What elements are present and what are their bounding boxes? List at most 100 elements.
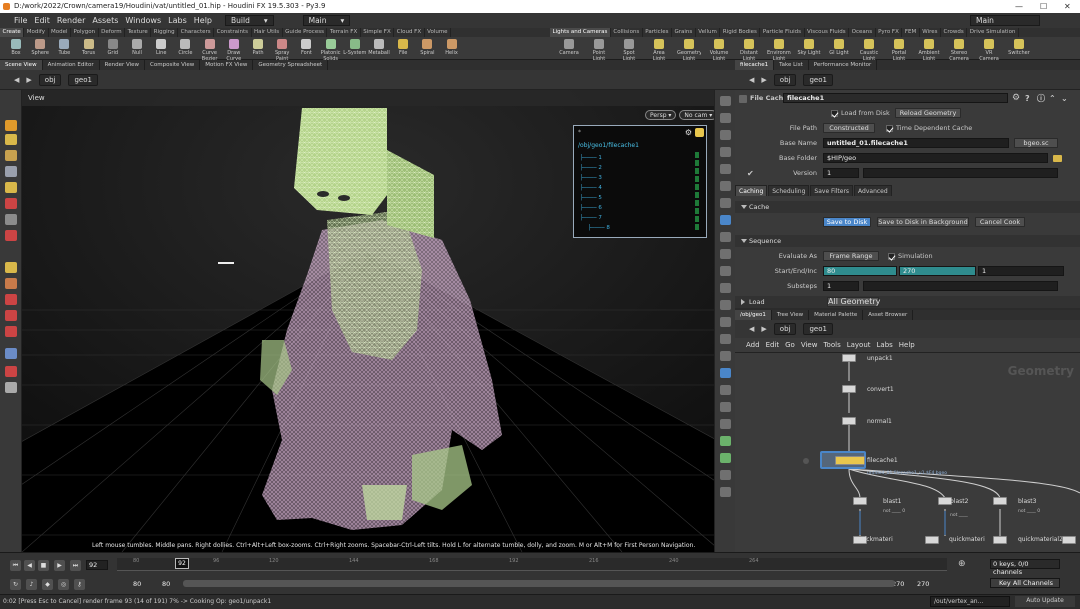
blue-tool-icon[interactable] — [5, 348, 17, 359]
shelf-tool-right-7[interactable]: Environment Light — [767, 38, 791, 60]
param-tab-2[interactable]: Performance Monitor — [809, 60, 878, 70]
node-quickmaterial2[interactable] — [925, 536, 939, 544]
node-filecache[interactable] — [835, 456, 865, 465]
output-path[interactable]: /out/vertex_an... — [930, 596, 1010, 607]
substeps-field[interactable]: 1 — [823, 281, 859, 291]
network-menu-3[interactable]: View — [801, 341, 818, 349]
shelf-tool-11[interactable]: Spray Paint — [270, 38, 294, 60]
scope-icon[interactable]: ⊕ — [958, 559, 966, 569]
shelf-tool-right-3[interactable]: Area Light — [647, 38, 671, 60]
shelf-tool-10[interactable]: Path — [246, 38, 270, 60]
last-frame-icon[interactable]: ⏭ — [70, 560, 81, 571]
minimize-button[interactable]: — — [1015, 0, 1023, 13]
save-to-disk-background-button[interactable]: Save to Disk in Background — [877, 217, 969, 227]
base-folder-field[interactable]: $HIP/geo — [823, 153, 1048, 163]
reload-geometry-button[interactable]: Reload Geometry — [895, 108, 961, 118]
load-from-disk-checkbox[interactable] — [831, 110, 838, 117]
viewport-option-icon[interactable] — [720, 249, 731, 259]
file-path-menu[interactable]: Constructed — [823, 123, 875, 133]
shelf-tab-14[interactable]: Volume — [425, 28, 452, 37]
network-tab-2[interactable]: Material Palette — [809, 310, 864, 320]
shelf-tab-6[interactable]: Rigging — [151, 28, 179, 37]
shelf-tool-right-10[interactable]: Caustic Light — [857, 38, 881, 60]
node-normal[interactable] — [842, 417, 856, 425]
network-menu-6[interactable]: Labs — [877, 341, 893, 349]
network-menu-0[interactable]: Add — [746, 341, 760, 349]
path-obj[interactable]: obj — [773, 323, 797, 335]
range-start-b[interactable]: 80 — [160, 580, 180, 590]
folder-icon[interactable] — [1053, 155, 1062, 162]
substeps-slider[interactable] — [863, 281, 1058, 291]
shelf-tab-right-3[interactable]: Grains — [672, 28, 696, 37]
load-menu[interactable]: All Geometry — [827, 297, 880, 307]
viewport-option-icon[interactable] — [720, 334, 731, 344]
viewer-tab-5[interactable]: Geometry Spreadsheet — [253, 60, 329, 70]
network-tab-0[interactable]: /obj/geo1 — [735, 310, 772, 320]
viewer-tab-2[interactable]: Render View — [100, 60, 146, 70]
base-name-field[interactable]: untitled_01.filecache1 — [823, 138, 1009, 148]
collapse-icon[interactable]: ⌃ — [1049, 92, 1056, 105]
evaluate-menu[interactable]: Frame Range — [823, 251, 879, 261]
shelf-tab-8[interactable]: Constraints — [214, 28, 252, 37]
viewport-option-icon[interactable] — [720, 164, 731, 174]
shelf-tab-right-5[interactable]: Rigid Bodies — [720, 28, 761, 37]
shelf-tab-12[interactable]: Simple FX — [361, 28, 395, 37]
play-icon[interactable]: ▶ — [54, 560, 65, 571]
key-icon[interactable]: ⚷ — [74, 579, 85, 590]
red-tool-icon[interactable] — [5, 310, 17, 321]
viewport-option-icon[interactable] — [720, 283, 731, 293]
back-icon[interactable]: ◀ — [749, 325, 754, 333]
extension-menu[interactable]: bgeo.sc — [1014, 138, 1058, 148]
network-tab-3[interactable]: Asset Browser — [863, 310, 914, 320]
shelf-tool-14[interactable]: L-System — [343, 38, 367, 60]
start-frame-field[interactable]: 80 — [823, 266, 897, 276]
menu-help[interactable]: Help — [194, 16, 212, 25]
lock-icon[interactable] — [5, 182, 17, 193]
viewport-option-icon[interactable] — [720, 232, 731, 242]
range-end-b[interactable]: 270 — [915, 580, 937, 590]
shelf-tool-5[interactable]: Null — [125, 38, 149, 60]
viewer-tab-4[interactable]: Motion FX View — [200, 60, 254, 70]
save-to-disk-button[interactable]: Save to Disk — [823, 217, 871, 227]
tab-caching[interactable]: Caching — [735, 185, 768, 196]
shelf-tool-7[interactable]: Circle — [173, 38, 197, 60]
key-all-channels-button[interactable]: Key All Channels — [990, 578, 1060, 588]
load-section-header[interactable]: Load — [735, 296, 1080, 308]
shelf-tool-2[interactable]: Tube — [52, 38, 76, 60]
node-blast1[interactable] — [853, 497, 867, 505]
shelf-tool-1[interactable]: Sphere — [28, 38, 52, 60]
viewport-option-icon[interactable] — [720, 453, 731, 463]
brush-icon[interactable] — [5, 214, 17, 225]
viewport-option-icon[interactable] — [720, 215, 731, 225]
shelf-tool-right-4[interactable]: Geometry Light — [677, 38, 701, 60]
viewport-option-icon[interactable] — [720, 96, 731, 106]
viewport-option-icon[interactable] — [720, 266, 731, 276]
shelf-tool-right-0[interactable]: Camera — [557, 38, 581, 60]
shelf-tab-right-6[interactable]: Particle Fluids — [760, 28, 805, 37]
network-menu-1[interactable]: Edit — [766, 341, 780, 349]
forward-icon[interactable]: ▶ — [761, 76, 766, 84]
shelf-tab-right-7[interactable]: Viscous Fluids — [805, 28, 850, 37]
keyframe-icon[interactable]: ◆ — [42, 579, 53, 590]
cancel-cook-button[interactable]: Cancel Cook — [975, 217, 1025, 227]
shelf-tab-right-4[interactable]: Vellum — [696, 28, 721, 37]
network-menu-2[interactable]: Go — [785, 341, 795, 349]
shelf-tool-18[interactable]: Helix — [440, 38, 464, 60]
handle-icon[interactable] — [5, 150, 17, 161]
shelf-tab-right-8[interactable]: Oceans — [849, 28, 876, 37]
shelf-tab-right-9[interactable]: Pyro FX — [876, 28, 903, 37]
pose-icon[interactable] — [5, 198, 17, 209]
shelf-tool-16[interactable]: File — [391, 38, 415, 60]
viewport-option-icon[interactable] — [720, 470, 731, 480]
build-selector[interactable]: Build ▾ — [225, 15, 274, 26]
gear-icon[interactable]: ⚙ — [1012, 92, 1020, 105]
forward-icon[interactable]: ▶ — [26, 76, 31, 84]
shelf-tool-9[interactable]: Draw Curve — [222, 38, 246, 60]
right-desktop-selector[interactable]: Main — [970, 15, 1040, 26]
shelf-tab-right-12[interactable]: Crowds — [941, 28, 968, 37]
shelf-tool-12[interactable]: Font — [294, 38, 318, 60]
back-icon[interactable]: ◀ — [14, 76, 19, 84]
network-menu-7[interactable]: Help — [899, 341, 915, 349]
shelf-tab-right-0[interactable]: Lights and Cameras — [550, 28, 611, 37]
viewport-option-icon[interactable] — [720, 487, 731, 497]
